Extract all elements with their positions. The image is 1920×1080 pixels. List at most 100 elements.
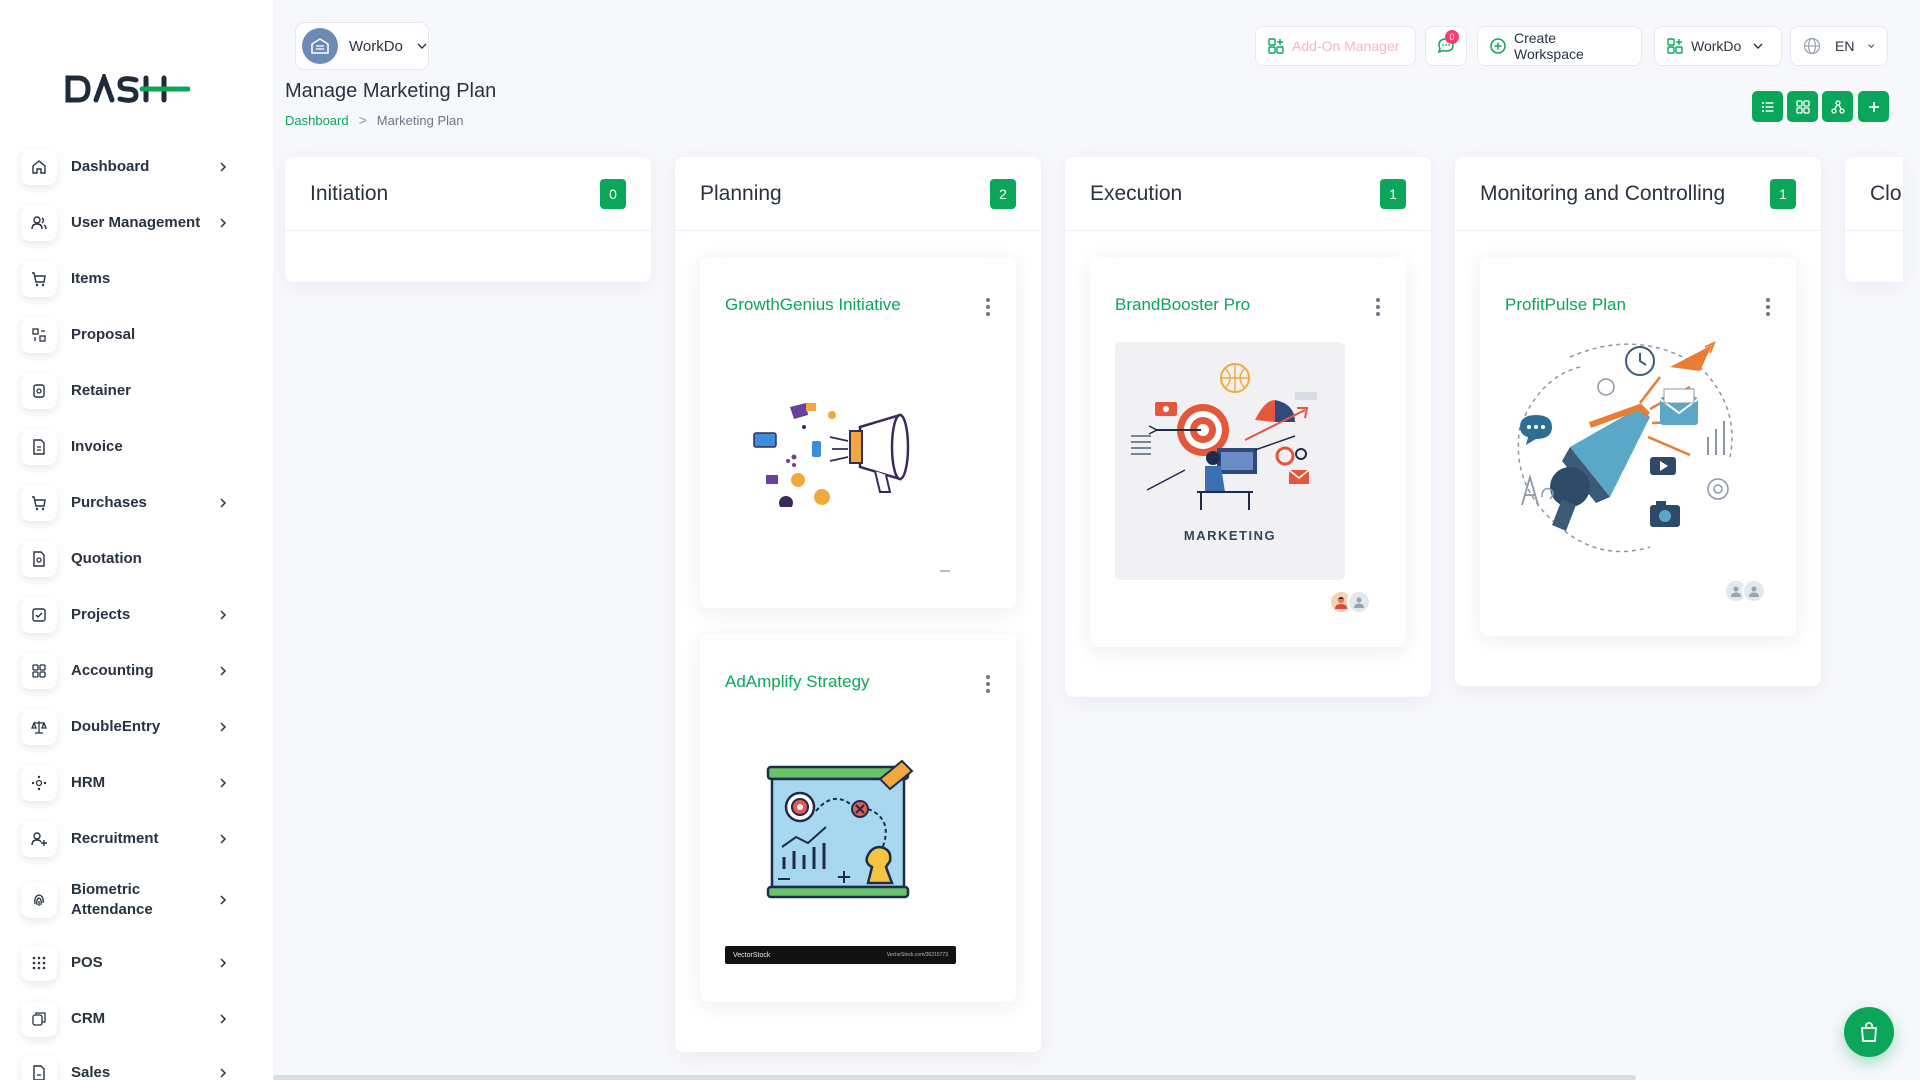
- grid-icon: [21, 653, 57, 689]
- invoice-icon: [21, 429, 57, 465]
- sidebar-item-recruitment[interactable]: Recruitment: [21, 818, 241, 860]
- column-header: Planning 2: [675, 157, 1041, 231]
- home-icon: [21, 149, 57, 185]
- sidebar-item-dashboard[interactable]: Dashboard: [21, 146, 241, 188]
- assignee-avatars: [1724, 579, 1766, 603]
- column-planning: Planning 2 GrowthGenius Initiative AdAmp…: [675, 157, 1041, 1052]
- cart-icon: [21, 261, 57, 297]
- sidebar-item-label: Sales: [71, 1064, 111, 1080]
- workspace-avatar-icon: [302, 28, 338, 64]
- column-header: Monitoring and Controlling 1: [1455, 157, 1821, 231]
- user-placeholder-icon: [1731, 586, 1741, 597]
- language-selector[interactable]: EN: [1790, 26, 1888, 66]
- plan-card-title[interactable]: ProfitPulse Plan: [1505, 295, 1626, 315]
- column-execution: Execution 1 BrandBooster Pro MARKETING: [1065, 157, 1431, 697]
- crm-icon: [21, 1001, 57, 1037]
- messages-button[interactable]: 0: [1425, 26, 1467, 66]
- column-header: Execution 1: [1065, 157, 1431, 231]
- sidebar-item-label: Proposal: [71, 326, 136, 343]
- sales-icon: [21, 1055, 57, 1080]
- workspace-selector[interactable]: WorkDo: [295, 22, 429, 70]
- create-workspace-label: Create Workspace: [1514, 30, 1584, 62]
- breadcrumb-home-link[interactable]: Dashboard: [285, 113, 349, 128]
- plan-card-title[interactable]: BrandBooster Pro: [1115, 295, 1250, 315]
- sidebar-item-sales[interactable]: Sales: [21, 1052, 241, 1080]
- sidebar-item-crm[interactable]: CRM: [21, 998, 241, 1040]
- add-plan-button[interactable]: [1858, 91, 1889, 122]
- projects-icon: [21, 597, 57, 633]
- kanban-view-button[interactable]: [1822, 91, 1853, 122]
- plus-circle-icon: [1490, 38, 1506, 54]
- marketing-target-illustration: [1131, 363, 1317, 510]
- more-vertical-icon[interactable]: [1375, 298, 1381, 316]
- more-vertical-icon[interactable]: [985, 675, 991, 693]
- hrm-icon: [21, 765, 57, 801]
- cart-float-button[interactable]: [1844, 1007, 1894, 1057]
- sidebar-item-accounting[interactable]: Accounting: [21, 650, 241, 692]
- list-view-button[interactable]: [1752, 91, 1783, 122]
- chevron-right-icon: [220, 722, 227, 732]
- plan-card-title[interactable]: GrowthGenius Initiative: [725, 295, 901, 315]
- watermark-right-text: VectorStock.com/36215773: [886, 952, 948, 958]
- dots-grid-icon: [21, 945, 57, 981]
- chevron-right-icon: [220, 218, 227, 228]
- plan-card[interactable]: BrandBooster Pro MARKETING: [1090, 257, 1406, 647]
- column-closing: Clo: [1845, 157, 1903, 282]
- column-title: Planning: [700, 181, 782, 205]
- quotation-icon: [21, 541, 57, 577]
- plan-card[interactable]: GrowthGenius Initiative: [700, 257, 1016, 608]
- sidebar-item-quotation[interactable]: Quotation: [21, 538, 241, 580]
- workspace-name: WorkDo: [349, 37, 403, 55]
- plan-card-title[interactable]: AdAmplify Strategy: [725, 672, 870, 692]
- column-initiation: Initiation 0: [285, 157, 651, 282]
- sidebar-item-pos[interactable]: POS: [21, 942, 241, 984]
- sidebar-item-hrm[interactable]: HRM: [21, 762, 241, 804]
- grid-view-button[interactable]: [1787, 91, 1818, 122]
- column-header: Clo: [1845, 157, 1903, 231]
- dash-logo[interactable]: [64, 70, 191, 109]
- chevron-right-icon: [220, 834, 227, 844]
- watermark-left-text: VectorStock: [733, 951, 771, 959]
- card-image-caption: MARKETING: [1183, 528, 1277, 543]
- column-title: Initiation: [310, 181, 389, 205]
- sidebar-item-label: Biometric Attendance: [71, 881, 153, 918]
- assignee-avatar[interactable]: [1347, 590, 1371, 614]
- grid-icon: [1795, 99, 1810, 114]
- horizontal-scrollbar[interactable]: [273, 1075, 1636, 1080]
- sidebar-item-label: HRM: [71, 774, 106, 791]
- sidebar-item-doubleentry[interactable]: DoubleEntry: [21, 706, 241, 748]
- more-vertical-icon[interactable]: [985, 298, 991, 316]
- breadcrumb-current: Marketing Plan: [376, 112, 464, 128]
- plan-card[interactable]: ProfitPulse Plan: [1480, 257, 1796, 636]
- sidebar: Dashboard User Management Items Proposal…: [0, 0, 273, 1080]
- sidebar-item-items[interactable]: Items: [21, 258, 241, 300]
- column-title: Execution: [1090, 181, 1183, 205]
- sidebar-item-label: User Management: [71, 214, 201, 231]
- addon-manager-button[interactable]: Add-On Manager: [1255, 26, 1416, 66]
- sidebar-item-biometric-attendance[interactable]: Biometric Attendance: [21, 874, 241, 926]
- sidebar-item-purchases[interactable]: Purchases: [21, 482, 241, 524]
- column-monitoring-and-controlling: Monitoring and Controlling 1 ProfitPulse…: [1455, 157, 1821, 686]
- sidebar-item-projects[interactable]: Projects: [21, 594, 241, 636]
- sidebar-item-label: POS: [71, 954, 103, 971]
- sidebar-item-user-management[interactable]: User Management: [21, 202, 241, 244]
- sitemap-icon: [1830, 99, 1845, 114]
- create-workspace-button[interactable]: Create Workspace: [1477, 26, 1642, 66]
- sidebar-item-label: Invoice: [71, 438, 123, 455]
- language-label: EN: [1835, 38, 1855, 54]
- assignee-avatar[interactable]: [1742, 579, 1766, 603]
- retainer-icon: [21, 373, 57, 409]
- list-icon: [1761, 101, 1773, 112]
- chevron-right-icon: [220, 666, 227, 676]
- sidebar-item-proposal[interactable]: Proposal: [21, 314, 241, 356]
- chevron-down-icon: [1868, 44, 1875, 48]
- workspace-switcher[interactable]: WorkDo: [1654, 26, 1782, 66]
- plan-card[interactable]: AdAmplify Strategy VectorStock VectorSto…: [700, 634, 1016, 1002]
- sidebar-item-label: DoubleEntry: [71, 718, 161, 735]
- fingerprint-icon: [21, 882, 57, 918]
- sidebar-item-invoice[interactable]: Invoice: [21, 426, 241, 468]
- sidebar-item-retainer[interactable]: Retainer: [21, 370, 241, 412]
- more-vertical-icon[interactable]: [1765, 298, 1771, 316]
- chevron-right-icon: [220, 1068, 227, 1078]
- messages-count-badge: 0: [1445, 30, 1459, 44]
